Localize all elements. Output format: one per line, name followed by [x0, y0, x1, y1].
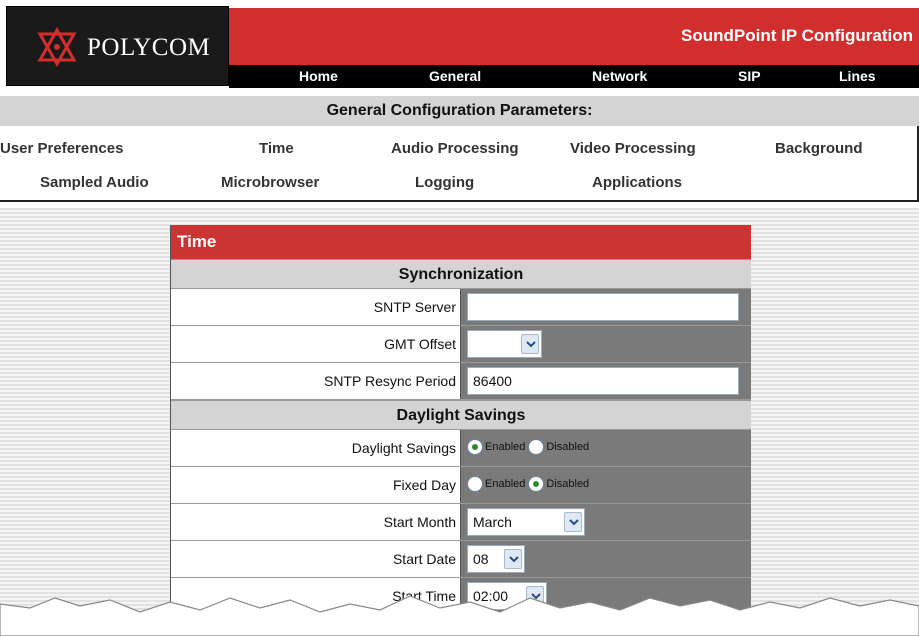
nav-lines[interactable]: Lines	[839, 68, 876, 84]
fixed-day-enabled-label: Enabled	[485, 478, 526, 490]
start-month-label: Start Month	[171, 504, 459, 540]
general-config-links: User Preferences Time Audio Processing V…	[0, 126, 919, 202]
fixed-day-disabled-radio[interactable]	[528, 476, 545, 492]
start-date-cell: 08	[460, 541, 751, 577]
time-panel: Time Synchronization SNTP Server GMT Off…	[170, 225, 751, 636]
row-start-date: Start Date 08	[171, 541, 751, 578]
start-month-select[interactable]: March	[467, 508, 585, 536]
daylight-enabled-radio[interactable]	[467, 439, 483, 455]
title-bar: SoundPoint IP Configuration	[229, 8, 919, 65]
daylight-savings-radio-group: Enabled Disabled	[467, 439, 592, 455]
sntp-resync-label: SNTP Resync Period	[171, 363, 459, 399]
logo-text: POLYCOM	[87, 34, 211, 61]
link-microbrowser[interactable]: Microbrowser	[221, 174, 319, 191]
gmt-offset-select[interactable]	[467, 330, 542, 358]
daylight-savings-header: Daylight Savings	[171, 400, 751, 430]
chevron-down-icon[interactable]	[564, 512, 582, 532]
panel-title: Time	[171, 225, 751, 259]
fixed-day-disabled-label: Disabled	[546, 478, 590, 490]
general-config-header: General Configuration Parameters:	[0, 96, 919, 126]
nav-bar: Home General Network SIP Lines	[229, 65, 919, 88]
app-title: SoundPoint IP Configuration	[681, 26, 913, 45]
synchronization-header: Synchronization	[171, 259, 751, 289]
nav-general[interactable]: General	[429, 68, 481, 84]
header: POLYCOM SoundPoint IP Configuration Home…	[0, 0, 919, 88]
start-month-cell: March	[460, 504, 751, 540]
daylight-savings-cell: Enabled Disabled	[460, 430, 751, 466]
link-background[interactable]: Background	[775, 140, 863, 157]
link-video-processing[interactable]: Video Processing	[570, 140, 696, 157]
polycom-logo: POLYCOM	[6, 6, 229, 86]
link-applications[interactable]: Applications	[592, 174, 682, 191]
chevron-down-icon[interactable]	[504, 549, 522, 569]
gmt-offset-label: GMT Offset	[171, 326, 459, 362]
daylight-disabled-label: Disabled	[546, 441, 590, 453]
row-gmt-offset: GMT Offset	[171, 326, 751, 363]
polycom-logo-icon	[37, 27, 77, 67]
sntp-server-input[interactable]	[467, 293, 739, 321]
fixed-day-radio-group: Enabled Disabled	[467, 476, 592, 492]
fixed-day-enabled-radio[interactable]	[467, 476, 483, 492]
fixed-day-label: Fixed Day	[171, 467, 459, 503]
start-month-value: March	[473, 514, 512, 530]
daylight-savings-label: Daylight Savings	[171, 430, 459, 466]
link-user-preferences[interactable]: User Preferences	[0, 140, 123, 157]
sntp-server-label: SNTP Server	[171, 289, 459, 325]
link-audio-processing[interactable]: Audio Processing	[391, 140, 519, 157]
row-fixed-day: Fixed Day Enabled Disabled	[171, 467, 751, 504]
chevron-down-icon[interactable]	[521, 334, 539, 354]
sntp-resync-input[interactable]: 86400	[467, 367, 739, 395]
daylight-enabled-label: Enabled	[485, 441, 526, 453]
nav-sip[interactable]: SIP	[738, 68, 761, 84]
link-sampled-audio[interactable]: Sampled Audio	[40, 174, 149, 191]
link-logging[interactable]: Logging	[415, 174, 474, 191]
sntp-resync-cell: 86400	[460, 363, 751, 399]
start-date-label: Start Date	[171, 541, 459, 577]
nav-network[interactable]: Network	[592, 68, 647, 84]
torn-edge	[0, 595, 919, 636]
sntp-server-cell	[460, 289, 751, 325]
start-date-select[interactable]: 08	[467, 545, 525, 573]
daylight-disabled-radio[interactable]	[528, 439, 545, 455]
link-time[interactable]: Time	[259, 140, 294, 157]
gmt-offset-cell	[460, 326, 751, 362]
row-sntp-resync: SNTP Resync Period 86400	[171, 363, 751, 400]
row-sntp-server: SNTP Server	[171, 289, 751, 326]
start-date-value: 08	[473, 551, 489, 567]
row-daylight-savings: Daylight Savings Enabled Disabled	[171, 430, 751, 467]
fixed-day-cell: Enabled Disabled	[460, 467, 751, 503]
row-start-month: Start Month March	[171, 504, 751, 541]
nav-home[interactable]: Home	[299, 68, 338, 84]
